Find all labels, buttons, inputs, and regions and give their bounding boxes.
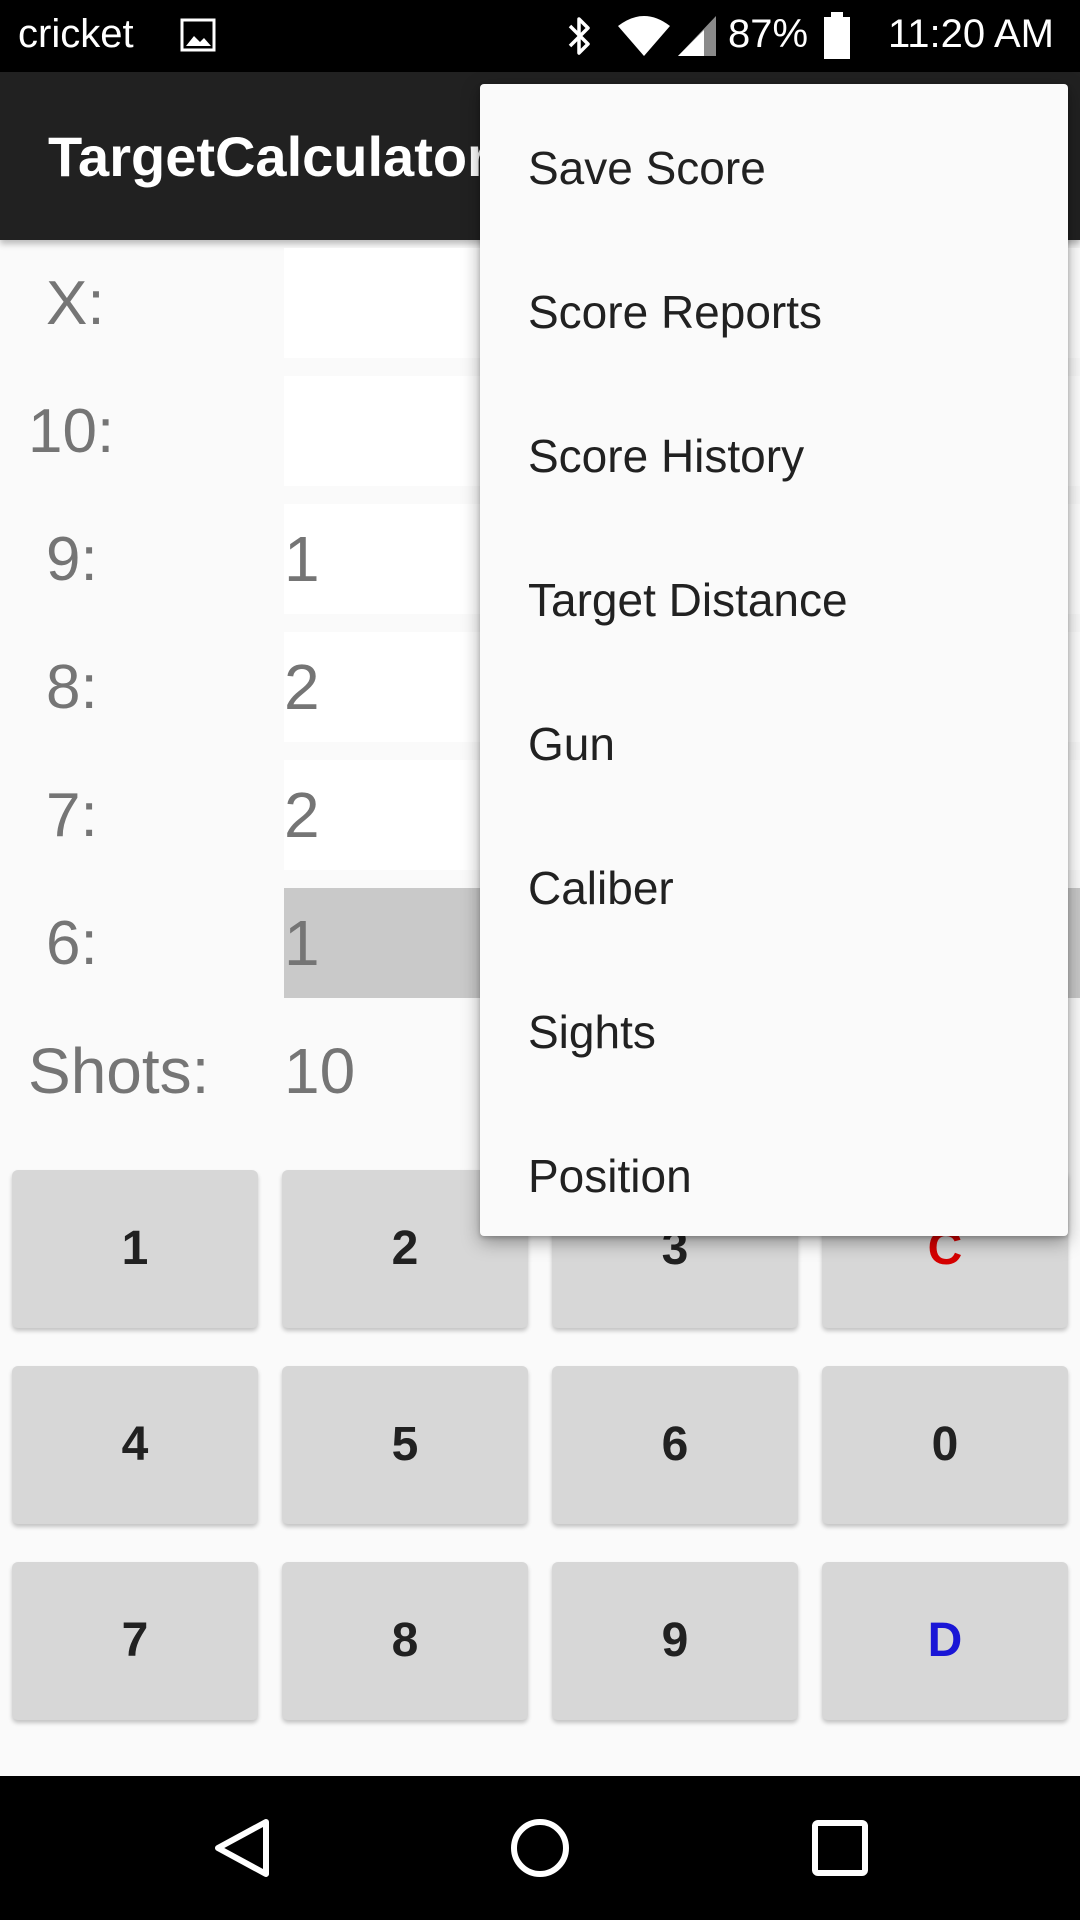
bluetooth-icon xyxy=(568,17,590,55)
home-icon[interactable] xyxy=(508,1816,572,1880)
score-label: 7: xyxy=(46,781,98,850)
app-title: TargetCalculator xyxy=(48,125,489,188)
key-8[interactable]: 8 xyxy=(282,1562,528,1720)
menu-item-score-history[interactable]: Score History xyxy=(480,384,1068,528)
score-label: 10: xyxy=(28,397,115,466)
battery-icon xyxy=(824,12,850,59)
screen: cricket 87% 11:20 AM TargetCalculator X:… xyxy=(0,0,1080,1920)
key-0[interactable]: 0 xyxy=(822,1366,1068,1524)
score-label: 6: xyxy=(46,909,98,978)
menu-item-position[interactable]: Position xyxy=(480,1104,1068,1248)
key-1[interactable]: 1 xyxy=(12,1170,258,1328)
menu-item-sights[interactable]: Sights xyxy=(480,960,1068,1104)
key-4[interactable]: 4 xyxy=(12,1366,258,1524)
menu-item-gun[interactable]: Gun xyxy=(480,672,1068,816)
battery-percent: 87% xyxy=(728,12,809,56)
navigation-bar xyxy=(0,1776,1080,1920)
image-icon xyxy=(180,18,216,52)
carrier-name: cricket xyxy=(18,12,134,56)
score-label: 8: xyxy=(46,653,98,722)
key-9[interactable]: 9 xyxy=(552,1562,798,1720)
shots-value: 10 xyxy=(284,1035,356,1107)
back-icon[interactable] xyxy=(210,1816,274,1880)
score-label: 9: xyxy=(46,525,98,594)
wifi-icon xyxy=(618,16,670,56)
menu-item-save-score[interactable]: Save Score xyxy=(480,96,1068,240)
overflow-menu: Save Score Score Reports Score History T… xyxy=(480,84,1068,1236)
signal-icon xyxy=(678,16,716,56)
score-label: X: xyxy=(46,269,105,338)
recents-icon[interactable] xyxy=(810,1818,870,1878)
status-bar: cricket 87% 11:20 AM xyxy=(0,0,1080,72)
menu-item-score-reports[interactable]: Score Reports xyxy=(480,240,1068,384)
key-7[interactable]: 7 xyxy=(12,1562,258,1720)
key-5[interactable]: 5 xyxy=(282,1366,528,1524)
d-key[interactable]: D xyxy=(822,1562,1068,1720)
shots-label: Shots: xyxy=(28,1035,210,1107)
menu-item-caliber[interactable]: Caliber xyxy=(480,816,1068,960)
clock: 11:20 AM xyxy=(887,12,1054,56)
key-6[interactable]: 6 xyxy=(552,1366,798,1524)
menu-item-target-distance[interactable]: Target Distance xyxy=(480,528,1068,672)
